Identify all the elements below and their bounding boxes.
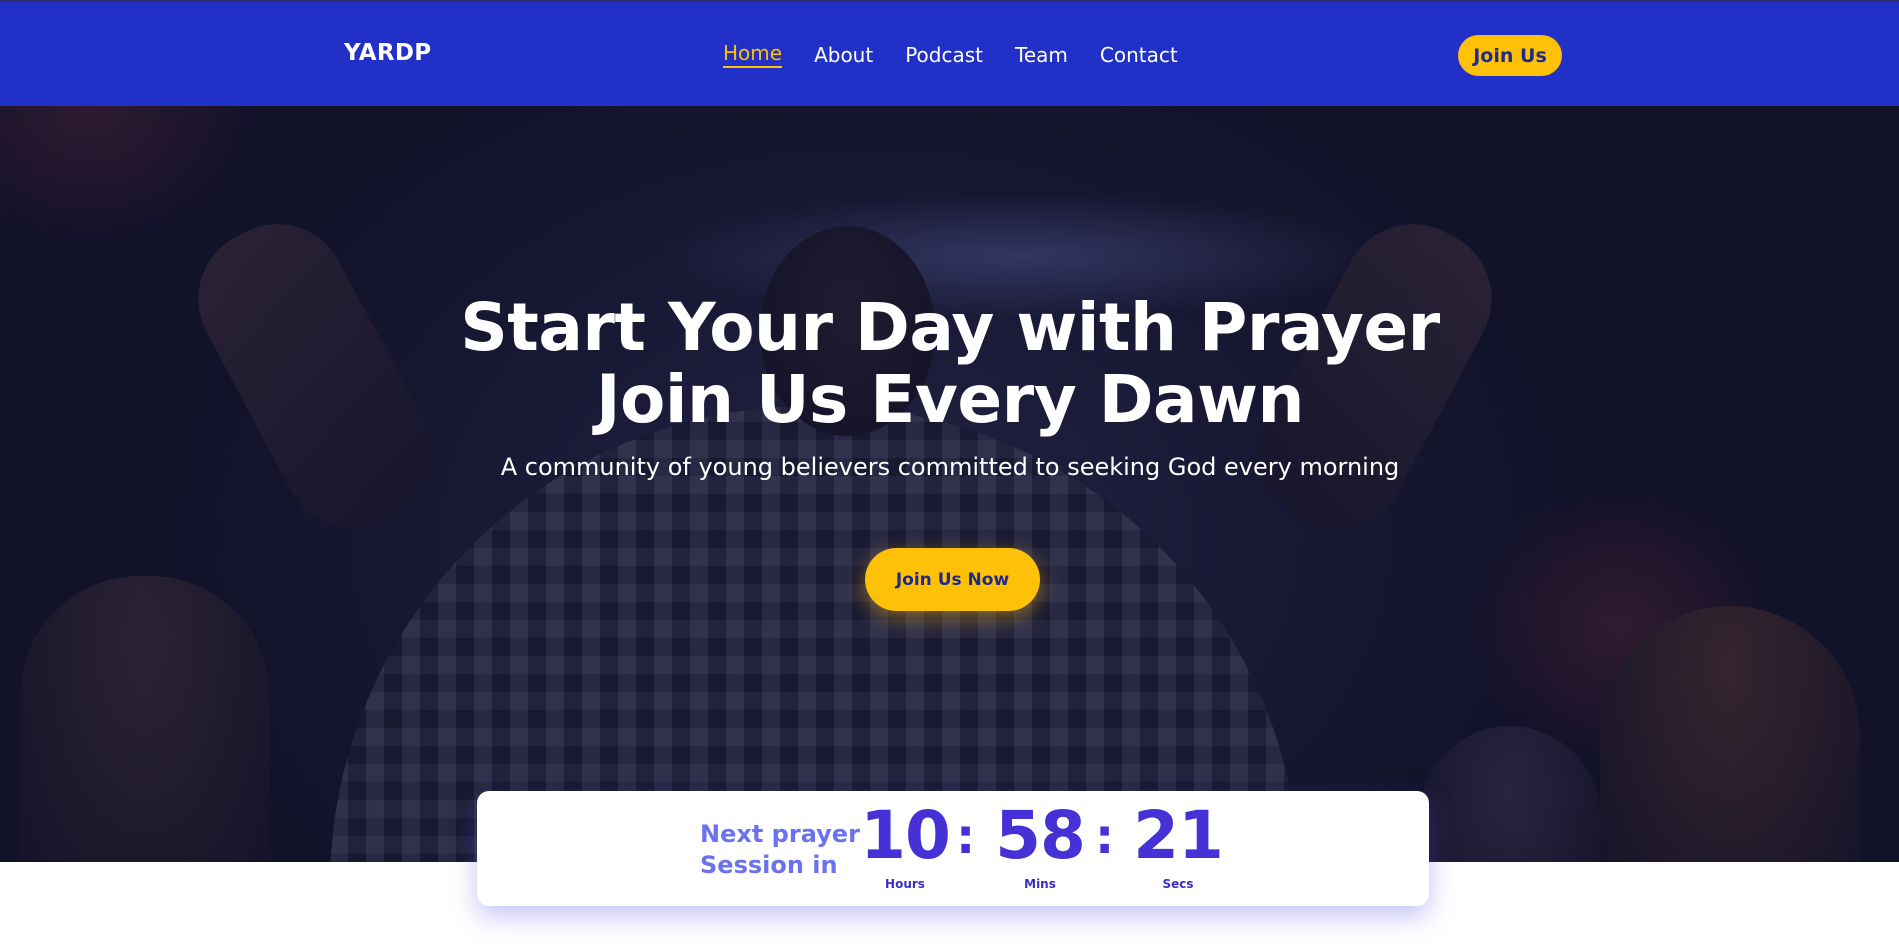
hero-section: Start Your Day with Prayer Join Us Every… <box>0 106 1899 862</box>
countdown-mins-value: 58 <box>995 797 1086 874</box>
countdown-hours-value: 10 <box>860 797 951 874</box>
countdown-mins: 58 Mins <box>985 797 1095 892</box>
hero-overlay <box>0 106 1899 862</box>
countdown-separator: : <box>1095 809 1115 865</box>
countdown-secs: 21 Secs <box>1123 797 1233 892</box>
countdown-mins-label: Mins <box>1024 877 1056 891</box>
join-us-now-button[interactable]: Join Us Now <box>865 548 1040 611</box>
hero-title: Start Your Day with Prayer Join Us Every… <box>460 289 1440 438</box>
navbar: YARDP Home About Podcast Team Contact Jo… <box>0 2 1899 106</box>
hero-subtitle: A community of young believers committed… <box>500 453 1400 481</box>
nav-link-home[interactable]: Home <box>723 42 783 68</box>
countdown-hours: 10 Hours <box>850 797 960 892</box>
join-us-button[interactable]: Join Us <box>1458 35 1562 76</box>
nav-links: Home About Podcast Team Contact <box>723 42 1210 68</box>
countdown-separator: : <box>956 809 976 865</box>
nav-link-about[interactable]: About <box>814 42 873 68</box>
nav-link-podcast[interactable]: Podcast <box>905 42 983 68</box>
countdown-card: Next prayer Session in 10 Hours : 58 Min… <box>477 791 1429 906</box>
countdown-hours-label: Hours <box>885 877 925 891</box>
nav-link-team[interactable]: Team <box>1015 42 1068 68</box>
countdown-secs-value: 21 <box>1133 797 1224 874</box>
countdown-label: Next prayer Session in <box>700 820 860 879</box>
site-logo[interactable]: YARDP <box>344 40 431 66</box>
countdown-secs-label: Secs <box>1162 877 1194 891</box>
nav-link-contact[interactable]: Contact <box>1100 42 1178 68</box>
